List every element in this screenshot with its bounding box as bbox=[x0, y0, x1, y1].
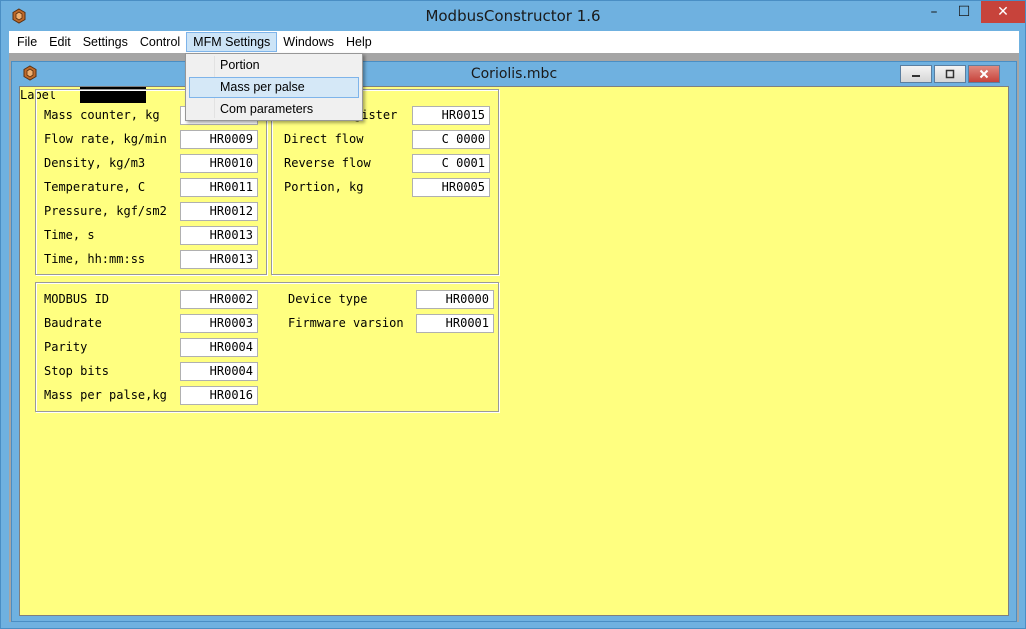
menu-item-portion[interactable]: Portion bbox=[189, 55, 359, 76]
g2-label-1: Direct flow bbox=[284, 132, 364, 146]
g3-field-1[interactable]: HR0003 bbox=[180, 314, 258, 333]
child-title: Coriolis.mbc bbox=[470, 66, 558, 82]
g2-label-3: Portion, kg bbox=[284, 180, 364, 194]
menu-item-com-parameters[interactable]: Com parameters bbox=[189, 99, 359, 120]
g3-field-2[interactable]: HR0004 bbox=[180, 338, 258, 357]
g3-field-0[interactable]: HR0002 bbox=[180, 290, 258, 309]
g1-label-1: Flow rate, kg/min bbox=[44, 132, 167, 146]
g3-label-4: Mass per palse,kg bbox=[44, 388, 167, 402]
close-button[interactable]: ✕ bbox=[981, 1, 1025, 23]
g1-field-3[interactable]: HR0011 bbox=[180, 178, 258, 197]
mdi-area: Coriolis.mbc Label Mass counter, kg Flow… bbox=[9, 53, 1019, 622]
menubar: File Edit Settings Control MFM Settings … bbox=[9, 31, 1019, 53]
maximize-button[interactable]: ☐ bbox=[949, 1, 979, 23]
g1-field-2[interactable]: HR0010 bbox=[180, 154, 258, 173]
child-close-button[interactable] bbox=[968, 65, 1000, 83]
g3-label-0: MODBUS ID bbox=[44, 292, 110, 306]
menu-file[interactable]: File bbox=[11, 32, 43, 52]
minimize-button[interactable]: – bbox=[919, 1, 949, 23]
app-window: ModbusConstructor 1.6 – ☐ ✕ File Edit Se… bbox=[0, 0, 1026, 629]
mfm-settings-dropdown: Portion Mass per palse Com parameters bbox=[185, 53, 363, 121]
g2-label-2: Reverse flow bbox=[284, 156, 371, 170]
g4-field-1[interactable]: HR0001 bbox=[416, 314, 494, 333]
menu-control[interactable]: Control bbox=[134, 32, 186, 52]
g3-field-3[interactable]: HR0004 bbox=[180, 362, 258, 381]
g4-field-0[interactable]: HR0000 bbox=[416, 290, 494, 309]
g1-label-2: Density, kg/m3 bbox=[44, 156, 146, 170]
child-restore-button[interactable] bbox=[934, 65, 966, 83]
child-window: Coriolis.mbc Label Mass counter, kg Flow… bbox=[11, 61, 1017, 622]
g2-field-2[interactable]: C 0001 bbox=[412, 154, 490, 173]
child-minimize-button[interactable] bbox=[900, 65, 932, 83]
g1-label-4: Pressure, kgf/sm2 bbox=[44, 204, 167, 218]
menu-settings[interactable]: Settings bbox=[77, 32, 134, 52]
g4-label-0: Device type bbox=[288, 292, 368, 306]
g3-label-1: Baudrate bbox=[44, 316, 102, 330]
g1-field-6[interactable]: HR0013 bbox=[180, 250, 258, 269]
g1-label-5: Time, s bbox=[44, 228, 95, 242]
g2-field-3[interactable]: HR0005 bbox=[412, 178, 490, 197]
g1-label-6: Time, hh:mm:ss bbox=[44, 252, 146, 266]
g2-field-1[interactable]: C 0000 bbox=[412, 130, 490, 149]
menu-item-mass-per-palse[interactable]: Mass per palse bbox=[189, 77, 359, 98]
g1-field-1[interactable]: HR0009 bbox=[180, 130, 258, 149]
g1-label-3: Temperature, C bbox=[44, 180, 146, 194]
menu-help[interactable]: Help bbox=[340, 32, 378, 52]
g1-label-0: Mass counter, kg bbox=[44, 108, 160, 122]
g2-field-0[interactable]: HR0015 bbox=[412, 106, 490, 125]
minimize-icon bbox=[912, 75, 920, 77]
g1-field-5[interactable]: HR0013 bbox=[180, 226, 258, 245]
menu-mfm-settings[interactable]: MFM Settings bbox=[186, 32, 278, 52]
g1-field-4[interactable]: HR0012 bbox=[180, 202, 258, 221]
g3-label-3: Stop bits bbox=[44, 364, 110, 378]
app-titlebar[interactable]: ModbusConstructor 1.6 – ☐ ✕ bbox=[1, 1, 1025, 31]
app-title: ModbusConstructor 1.6 bbox=[425, 7, 601, 25]
g3-field-4[interactable]: HR0016 bbox=[180, 386, 258, 405]
menu-edit[interactable]: Edit bbox=[43, 32, 77, 52]
g3-label-2: Parity bbox=[44, 340, 88, 354]
menu-windows[interactable]: Windows bbox=[277, 32, 340, 52]
form-canvas: Label Mass counter, kg Flow rate, kg/min… bbox=[19, 86, 1009, 616]
child-titlebar[interactable]: Coriolis.mbc bbox=[12, 62, 1016, 86]
close-icon bbox=[979, 69, 989, 79]
restore-icon bbox=[945, 69, 955, 79]
g4-label-1: Firmware varsion bbox=[288, 316, 404, 330]
